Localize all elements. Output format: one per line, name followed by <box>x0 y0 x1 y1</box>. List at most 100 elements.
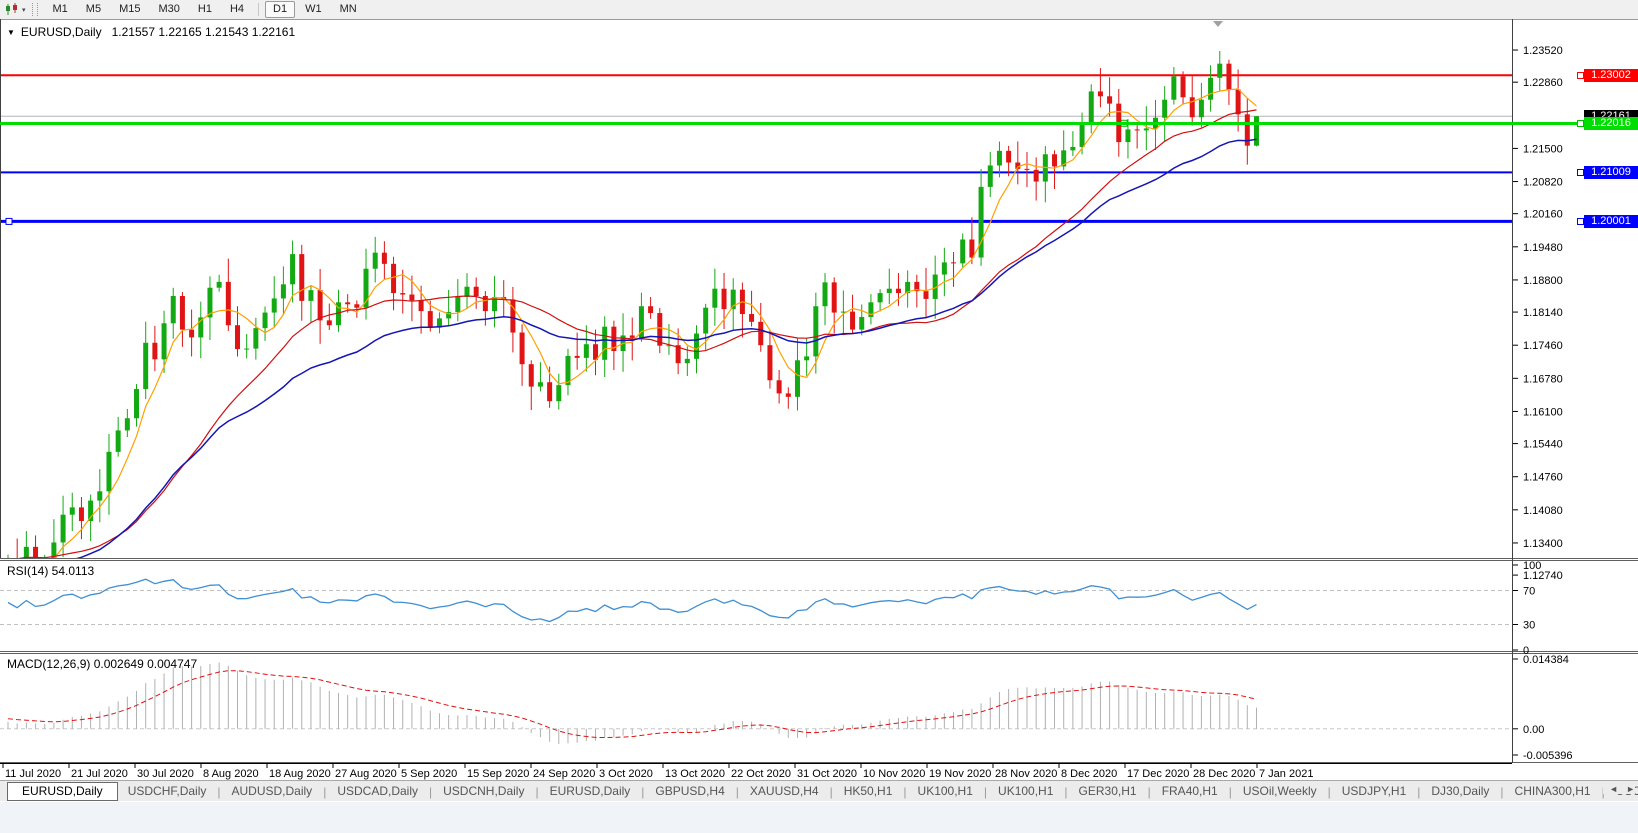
svg-text:1.18140: 1.18140 <box>1523 307 1563 319</box>
chart-tab-uk100-h1[interactable]: UK100,H1 <box>988 783 1063 800</box>
timeframe-button-h4[interactable]: H4 <box>222 1 252 18</box>
svg-text:5 Sep 2020: 5 Sep 2020 <box>401 768 457 780</box>
timeframe-buttons: M1 M5 M15 M30 H1 H4 D1 W1 MN <box>44 1 366 18</box>
svg-text:1.14080: 1.14080 <box>1523 505 1563 517</box>
svg-text:10 Nov 2020: 10 Nov 2020 <box>863 768 925 780</box>
timeframe-button-m30[interactable]: M30 <box>150 1 187 18</box>
chart-ohlc-values: 1.21557 1.22165 1.21543 1.22161 <box>111 25 296 39</box>
price-label-green-line: 1.22016 <box>1584 116 1638 130</box>
chart-tab-usdcnh-daily[interactable]: USDCNH,Daily <box>433 783 534 800</box>
chart-tab-usdchf-daily[interactable]: USDCHF,Daily <box>118 783 217 800</box>
timeframe-button-mn[interactable]: MN <box>332 1 365 18</box>
chart-tab-ger30-h1[interactable]: GER30,H1 <box>1069 783 1147 800</box>
tab-separator: | <box>903 784 907 799</box>
price-label-blue-line-2: 1.20001 <box>1584 214 1638 228</box>
candlestick-chart-icon[interactable] <box>3 2 21 17</box>
hline-anchor-icon[interactable] <box>1577 119 1584 127</box>
svg-text:15 Sep 2020: 15 Sep 2020 <box>467 768 529 780</box>
svg-text:27 Aug 2020: 27 Aug 2020 <box>335 768 397 780</box>
chart-tab-eurusd-daily[interactable]: EURUSD,Daily <box>540 783 641 800</box>
macd-indicator-label: MACD(12,26,9) 0.002649 0.004747 <box>7 657 198 671</box>
svg-text:100: 100 <box>1523 560 1541 572</box>
tab-separator: | <box>429 784 433 799</box>
svg-text:1.14760: 1.14760 <box>1523 472 1563 484</box>
svg-text:0.00: 0.00 <box>1523 724 1544 736</box>
chart-tab-hk50-h1[interactable]: HK50,H1 <box>834 783 903 800</box>
chart-tab-gbpusd-h4[interactable]: GBPUSD,H4 <box>645 783 734 800</box>
svg-text:0.014384: 0.014384 <box>1523 654 1569 666</box>
svg-text:30 Jul 2020: 30 Jul 2020 <box>137 768 194 780</box>
price-label-resistance: 1.23002 <box>1584 68 1638 82</box>
toolbar-separator <box>258 3 260 16</box>
svg-text:1.20820: 1.20820 <box>1523 177 1563 189</box>
tab-separator: | <box>983 784 988 799</box>
svg-text:30: 30 <box>1523 620 1535 632</box>
chart-tab-eurusd-daily[interactable]: EURUSD,Daily <box>7 782 118 801</box>
svg-text:31 Oct 2020: 31 Oct 2020 <box>797 768 857 780</box>
chart-symbol-label: EURUSD,Daily <box>20 25 102 39</box>
timeframe-button-m15[interactable]: M15 <box>111 1 148 18</box>
svg-text:24 Sep 2020: 24 Sep 2020 <box>533 768 595 780</box>
svg-text:21 Jul 2020: 21 Jul 2020 <box>71 768 128 780</box>
svg-text:28 Nov 2020: 28 Nov 2020 <box>995 768 1057 780</box>
tab-separator: | <box>1500 784 1504 799</box>
tab-separator: | <box>1417 784 1421 799</box>
timeframe-button-m1[interactable]: M1 <box>45 1 76 18</box>
svg-text:22 Oct 2020: 22 Oct 2020 <box>731 768 791 780</box>
tab-separator: | <box>1228 784 1232 799</box>
tab-separator: | <box>323 784 327 799</box>
hline-anchor-icon[interactable] <box>1577 71 1584 79</box>
svg-text:1.13400: 1.13400 <box>1523 538 1563 550</box>
timeframe-button-m5[interactable]: M5 <box>78 1 109 18</box>
svg-text:17 Dec 2020: 17 Dec 2020 <box>1127 768 1189 780</box>
chart-tab-bar: EURUSD,Daily USDCHF,Daily | AUDUSD,Daily | US… <box>0 780 1638 802</box>
svg-text:1.17460: 1.17460 <box>1523 340 1563 352</box>
timeframe-button-d1[interactable]: D1 <box>265 1 296 18</box>
chart-tab-fra40-h1[interactable]: FRA40,H1 <box>1152 783 1228 800</box>
chart-tab-dj30-daily[interactable]: DJ30,Daily <box>1421 783 1499 800</box>
tab-separator: | <box>829 784 833 799</box>
chart-tab-usdcad-daily[interactable]: USDCAD,Daily <box>327 783 428 800</box>
svg-text:-0.005396: -0.005396 <box>1523 750 1573 762</box>
svg-text:11 Jul 2020: 11 Jul 2020 <box>5 768 61 780</box>
svg-text:70: 70 <box>1523 586 1535 598</box>
chart-tab-china300-h1[interactable]: CHINA300,H1 <box>1505 783 1601 800</box>
svg-text:8 Dec 2020: 8 Dec 2020 <box>1061 768 1117 780</box>
tab-separator: | <box>1064 784 1068 799</box>
tab-separator: | <box>735 784 739 799</box>
svg-text:3 Oct 2020: 3 Oct 2020 <box>599 768 653 780</box>
svg-text:1.23520: 1.23520 <box>1523 45 1563 57</box>
tab-separator: | <box>641 784 645 799</box>
svg-text:1.16100: 1.16100 <box>1523 406 1563 418</box>
chart-canvas: 1.23520 1.22860 1.21500 1.20820 1.20160 1.194… <box>0 19 1638 780</box>
svg-text:1.19480: 1.19480 <box>1523 242 1563 254</box>
tab-scroll-right-icon[interactable]: ► <box>1626 784 1635 794</box>
chart-ohlc-header: ▼ EURUSD,Daily 1.21557 1.22165 1.21543 1… <box>7 25 295 39</box>
tab-separator: | <box>1147 784 1151 799</box>
chart-tab-usoil-weekly[interactable]: USOil,Weekly <box>1233 783 1327 800</box>
chevron-down-icon[interactable]: ▾ <box>22 6 26 14</box>
chart-tab-usdjpy-h1[interactable]: USDJPY,H1 <box>1332 783 1416 800</box>
svg-text:1.18800: 1.18800 <box>1523 275 1563 287</box>
timeframe-button-w1[interactable]: W1 <box>297 1 330 18</box>
hline-anchor-icon[interactable] <box>1577 168 1584 176</box>
svg-text:1.22860: 1.22860 <box>1523 77 1563 89</box>
mt4-window: ▾ M1 M5 M15 M30 H1 H4 D1 W1 MN 1.23520 1.22860 1.2… <box>0 0 1638 833</box>
chart-shift-marker[interactable] <box>1213 21 1223 27</box>
svg-text:8 Aug 2020: 8 Aug 2020 <box>203 768 259 780</box>
svg-text:28 Dec 2020: 28 Dec 2020 <box>1193 768 1255 780</box>
svg-text:13 Oct 2020: 13 Oct 2020 <box>665 768 725 780</box>
chart-collapse-icon[interactable]: ▼ <box>7 28 15 37</box>
toolbar-grip-handle[interactable] <box>31 3 38 16</box>
price-label-blue-line-1: 1.21009 <box>1584 165 1638 179</box>
rsi-indicator-label: RSI(14) 54.0113 <box>7 564 95 578</box>
timeframe-button-h1[interactable]: H1 <box>190 1 220 18</box>
hline-support-green[interactable] <box>0 122 1638 125</box>
tab-separator: | <box>535 784 539 799</box>
chart-tab-audusd-daily[interactable]: AUDUSD,Daily <box>222 783 323 800</box>
svg-text:7 Jan 2021: 7 Jan 2021 <box>1259 768 1313 780</box>
chart-tab-uk100-h1[interactable]: UK100,H1 <box>908 783 983 800</box>
tab-scroll-left-icon[interactable]: ◄ <box>1609 784 1618 794</box>
chart-tab-xauusd-h4[interactable]: XAUUSD,H4 <box>740 783 829 800</box>
hline-anchor-icon[interactable] <box>1577 217 1584 225</box>
